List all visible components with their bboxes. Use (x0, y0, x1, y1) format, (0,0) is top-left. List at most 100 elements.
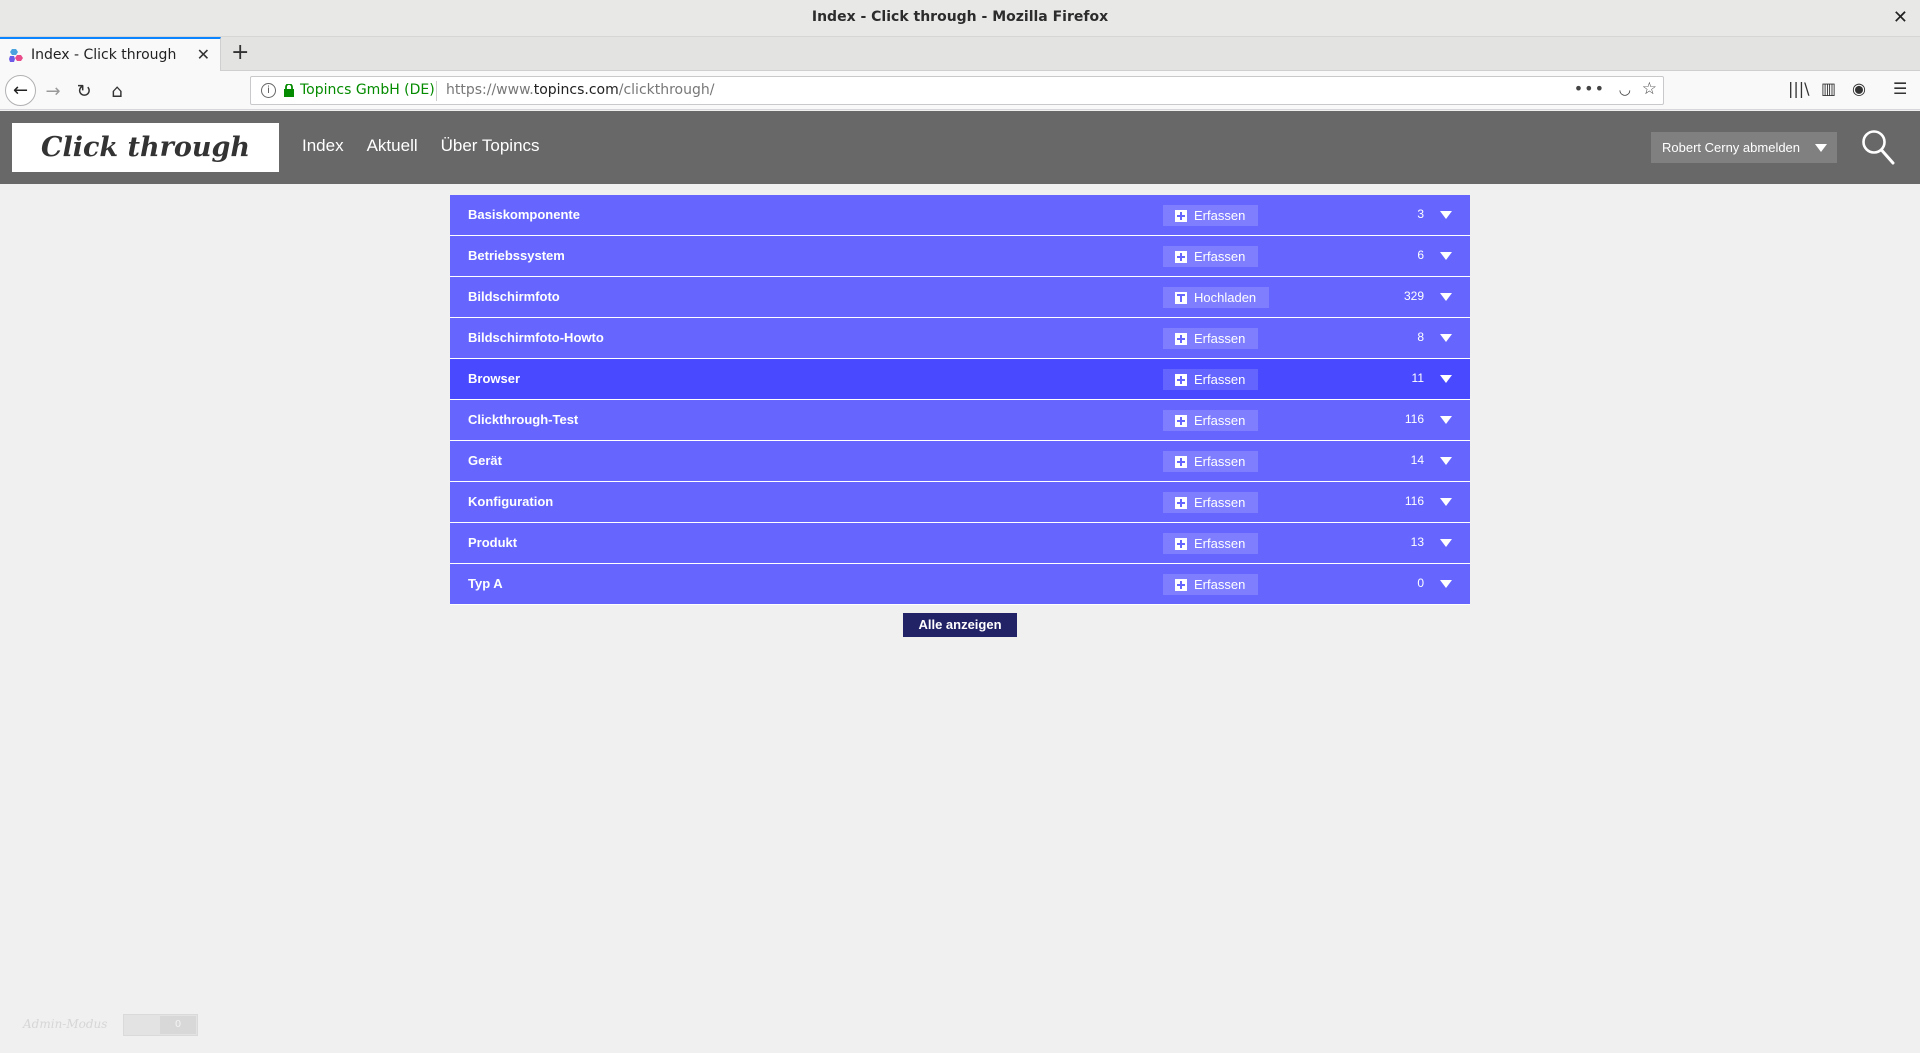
create-button[interactable]: Erfassen (1163, 410, 1259, 431)
type-name[interactable]: Produkt (468, 535, 517, 550)
type-count: 116 (1404, 412, 1424, 426)
tab-label: Index - Click through (31, 47, 177, 63)
expand-chevron-icon[interactable] (1440, 211, 1452, 219)
expand-chevron-icon[interactable] (1440, 498, 1452, 506)
admin-mode-toggle[interactable]: 0 (123, 1014, 198, 1036)
create-button[interactable]: Erfassen (1163, 492, 1259, 513)
expand-chevron-icon[interactable] (1440, 416, 1452, 424)
site-header: Click through Index Aktuell Über Topincs… (0, 111, 1920, 184)
action-label: Hochladen (1194, 290, 1257, 305)
url-prefix: https://www. (446, 82, 534, 98)
type-name[interactable]: Gerät (468, 453, 502, 468)
window-close-icon[interactable]: ✕ (1893, 7, 1908, 28)
plus-icon (1175, 414, 1187, 427)
type-name[interactable]: Basiskomponente (468, 207, 580, 222)
type-count: 329 (1403, 289, 1424, 303)
action-label: Erfassen (1194, 454, 1246, 469)
reload-icon[interactable]: ↻ (70, 77, 98, 105)
tab-close-icon[interactable]: ✕ (197, 45, 210, 64)
type-row[interactable]: Betriebssystem Erfassen 6 (450, 236, 1470, 277)
expand-chevron-icon[interactable] (1440, 252, 1452, 260)
type-name[interactable]: Bildschirmfoto (468, 289, 560, 304)
type-row[interactable]: Typ A Erfassen 0 (450, 564, 1470, 605)
type-count: 13 (1410, 535, 1424, 549)
type-name[interactable]: Typ A (468, 576, 503, 591)
action-label: Erfassen (1194, 208, 1246, 223)
create-button[interactable]: Erfassen (1163, 246, 1259, 267)
type-name[interactable]: Konfiguration (468, 494, 553, 509)
create-button[interactable]: Erfassen (1163, 328, 1259, 349)
site-logo-text: Click through (40, 132, 251, 163)
type-name[interactable]: Betriebssystem (468, 248, 565, 263)
create-button[interactable]: Erfassen (1163, 369, 1259, 390)
window-titlebar: Index - Click through - Mozilla Firefox … (0, 0, 1920, 37)
lock-icon (284, 84, 294, 97)
search-icon[interactable] (1861, 129, 1895, 165)
type-name[interactable]: Bildschirmfoto-Howto (468, 330, 604, 345)
expand-chevron-icon[interactable] (1440, 293, 1452, 301)
nav-link-index[interactable]: Index (302, 136, 344, 156)
type-row[interactable]: Konfiguration Erfassen 116 (450, 482, 1470, 523)
upload-button[interactable]: Hochladen (1163, 287, 1270, 308)
home-icon[interactable]: ⌂ (103, 77, 131, 105)
type-row[interactable]: Produkt Erfassen 13 (450, 523, 1470, 564)
type-row[interactable]: Basiskomponente Erfassen 3 (450, 195, 1470, 236)
plus-icon (1175, 455, 1187, 468)
account-icon[interactable]: ◉ (1852, 79, 1866, 98)
plus-icon (1175, 332, 1187, 345)
url-path: /clickthrough/ (618, 82, 715, 98)
url-bar[interactable]: i Topincs GmbH (DE) https://www.topincs.… (250, 76, 1664, 105)
admin-toggle-knob: 0 (160, 1016, 196, 1034)
create-button[interactable]: Erfassen (1163, 533, 1259, 554)
tab-strip: Index - Click through ✕ + (0, 37, 1920, 71)
create-button[interactable]: Erfassen (1163, 574, 1259, 595)
type-count: 8 (1417, 330, 1424, 344)
pocket-icon[interactable]: ◡ (1619, 82, 1631, 98)
action-label: Erfassen (1194, 577, 1246, 592)
menu-icon[interactable]: ☰ (1893, 79, 1907, 98)
url-domain: topincs.com (533, 82, 619, 98)
type-name[interactable]: Browser (468, 371, 520, 386)
site-logo[interactable]: Click through (12, 123, 279, 172)
plus-icon (1175, 578, 1187, 591)
upload-icon (1175, 291, 1187, 304)
new-tab-icon[interactable]: + (231, 40, 249, 65)
expand-chevron-icon[interactable] (1440, 457, 1452, 465)
type-count: 3 (1417, 207, 1424, 221)
info-icon[interactable]: i (261, 83, 276, 98)
window-title: Index - Click through - Mozilla Firefox (811, 9, 1109, 25)
type-name[interactable]: Clickthrough-Test (468, 412, 578, 427)
library-icon[interactable]: |||\ (1788, 79, 1810, 98)
action-label: Erfassen (1194, 331, 1246, 346)
type-row[interactable]: Clickthrough-Test Erfassen 116 (450, 400, 1470, 441)
expand-chevron-icon[interactable] (1440, 334, 1452, 342)
type-count: 11 (1411, 371, 1424, 385)
tab-index[interactable]: Index - Click through ✕ (0, 37, 221, 71)
bookmark-star-icon[interactable]: ☆ (1642, 79, 1657, 99)
type-count: 116 (1404, 494, 1424, 508)
expand-chevron-icon[interactable] (1440, 580, 1452, 588)
nav-link-ueber-topincs[interactable]: Über Topincs (441, 136, 540, 156)
expand-chevron-icon[interactable] (1440, 539, 1452, 547)
url-text[interactable]: https://www.topincs.com/clickthrough/ (446, 82, 714, 98)
type-row-hovered[interactable]: Browser Erfassen 11 (450, 359, 1470, 400)
forward-arrow-icon[interactable]: → (39, 77, 67, 105)
type-row[interactable]: Gerät Erfassen 14 (450, 441, 1470, 482)
topic-type-list: Basiskomponente Erfassen 3 Betriebssyste… (450, 195, 1470, 605)
type-row[interactable]: Bildschirmfoto Hochladen 329 (450, 277, 1470, 318)
site-nav: Index Aktuell Über Topincs (302, 136, 540, 156)
user-logout-label: Robert Cerny abmelden (1662, 140, 1801, 155)
create-button[interactable]: Erfassen (1163, 451, 1259, 472)
nav-link-aktuell[interactable]: Aktuell (367, 136, 418, 156)
sidebar-icon[interactable]: ▥ (1821, 79, 1836, 98)
expand-chevron-icon[interactable] (1440, 375, 1452, 383)
page-actions-icon[interactable]: ••• (1574, 79, 1605, 98)
topincs-favicon-icon (9, 49, 23, 62)
navigation-toolbar: ← → ↻ ⌂ i Topincs GmbH (DE) https://www.… (0, 71, 1920, 110)
type-row[interactable]: Bildschirmfoto-Howto Erfassen 8 (450, 318, 1470, 359)
create-button[interactable]: Erfassen (1163, 205, 1259, 226)
user-logout-dropdown[interactable]: Robert Cerny abmelden (1651, 132, 1837, 163)
show-all-button[interactable]: Alle anzeigen (903, 613, 1017, 637)
back-arrow-icon[interactable]: ← (5, 75, 36, 106)
type-count: 0 (1417, 576, 1424, 590)
